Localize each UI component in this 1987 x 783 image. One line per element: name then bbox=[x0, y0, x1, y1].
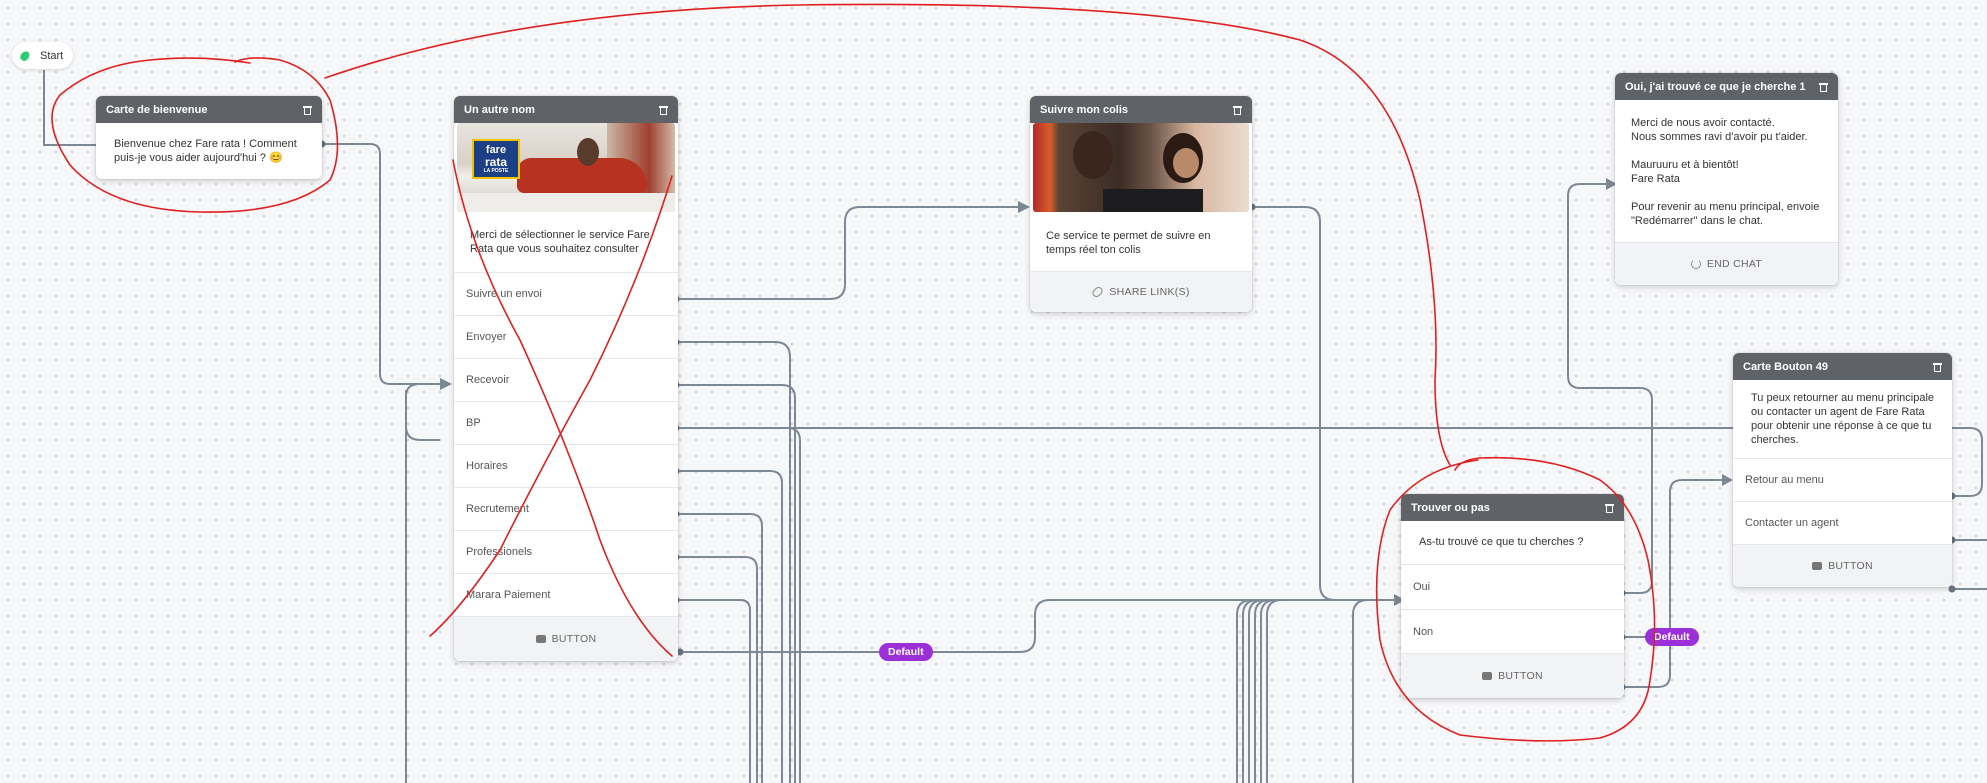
card-oui-trouve[interactable]: Oui, j'ai trouvé ce que je cherche 1 Mer… bbox=[1615, 73, 1838, 285]
button-footer[interactable]: BUTTON bbox=[1733, 544, 1952, 587]
start-node[interactable]: Start bbox=[12, 42, 74, 69]
card-message: Bienvenue chez Fare rata ! Comment puis-… bbox=[114, 138, 297, 164]
option-recevoir[interactable]: Recevoir bbox=[454, 358, 678, 401]
card-un-autre-nom[interactable]: Un autre nom fare rata LA POSTE Merci de… bbox=[454, 96, 678, 661]
card-header: Carte Bouton 49 bbox=[1733, 353, 1952, 380]
rocket-icon bbox=[18, 49, 32, 63]
button-icon bbox=[1812, 562, 1823, 570]
card-header: Un autre nom bbox=[454, 96, 678, 123]
button-footer[interactable]: BUTTON bbox=[454, 616, 678, 661]
trash-icon[interactable] bbox=[1819, 82, 1828, 92]
card-suivre-mon-colis[interactable]: Suivre mon colis Ce service te permet de… bbox=[1030, 96, 1252, 312]
start-label: Start bbox=[40, 49, 64, 62]
card-header: Oui, j'ai trouvé ce que je cherche 1 bbox=[1615, 73, 1838, 100]
wire-welcome-recevoir bbox=[322, 143, 450, 385]
card-bouton-49[interactable]: Carte Bouton 49 Tu peux retourner au men… bbox=[1733, 353, 1952, 587]
wire-start-welcome bbox=[43, 70, 96, 146]
option-recrutement[interactable]: Recrutement bbox=[454, 487, 678, 530]
default-badge[interactable]: Default bbox=[1645, 628, 1699, 646]
button-icon bbox=[535, 635, 546, 643]
card-title: Carte de bienvenue bbox=[106, 103, 208, 116]
card-header: Trouver ou pas bbox=[1401, 494, 1624, 521]
card-message: Tu peux retourner au menu principale ou … bbox=[1751, 392, 1935, 446]
link-icon bbox=[1091, 285, 1105, 299]
option-bp[interactable]: BP bbox=[454, 401, 678, 444]
card-message: Ce service te permet de suivre en temps … bbox=[1046, 230, 1211, 256]
trash-icon[interactable] bbox=[659, 105, 668, 115]
end-chat-footer[interactable]: END CHAT bbox=[1615, 242, 1838, 285]
card-message: Merci de nous avoir contacté. Nous somme… bbox=[1631, 117, 1820, 227]
default-badge[interactable]: Default bbox=[879, 643, 933, 661]
option-suivre-un-envoi[interactable]: Suivre un envoi bbox=[454, 272, 678, 315]
power-icon bbox=[1690, 259, 1701, 269]
card-title: Oui, j'ai trouvé ce que je cherche 1 bbox=[1625, 80, 1806, 93]
trash-icon[interactable] bbox=[1933, 362, 1942, 372]
option-envoyer[interactable]: Envoyer bbox=[454, 315, 678, 358]
card-title: Trouver ou pas bbox=[1411, 501, 1490, 514]
option-retour-au-menu[interactable]: Retour au menu bbox=[1733, 458, 1952, 501]
trash-icon[interactable] bbox=[1233, 105, 1242, 115]
card-message: Merci de sélectionner le service Fare Ra… bbox=[470, 229, 650, 255]
card-header: Suivre mon colis bbox=[1030, 96, 1252, 123]
card-image bbox=[1033, 123, 1249, 212]
trash-icon[interactable] bbox=[1605, 503, 1614, 513]
card-title: Suivre mon colis bbox=[1040, 103, 1129, 116]
card-header: Carte de bienvenue bbox=[96, 96, 322, 123]
option-oui[interactable]: Oui bbox=[1401, 564, 1624, 609]
card-trouver-ou-pas[interactable]: Trouver ou pas As-tu trouvé ce que tu ch… bbox=[1401, 494, 1624, 698]
trash-icon[interactable] bbox=[303, 105, 312, 115]
fare-rata-logo: fare rata LA POSTE bbox=[472, 139, 520, 179]
option-non[interactable]: Non bbox=[1401, 609, 1624, 653]
option-horaires[interactable]: Horaires bbox=[454, 444, 678, 487]
option-professionels[interactable]: Professionels bbox=[454, 530, 678, 573]
button-footer[interactable]: BUTTON bbox=[1401, 653, 1624, 698]
card-message: As-tu trouvé ce que tu cherches ? bbox=[1419, 536, 1584, 548]
card-image: fare rata LA POSTE bbox=[457, 123, 675, 212]
option-marara-paiement[interactable]: Marara Paiement bbox=[454, 573, 678, 616]
share-links-footer[interactable]: SHARE LINK(S) bbox=[1030, 271, 1252, 312]
button-icon bbox=[1482, 672, 1493, 680]
card-title: Carte Bouton 49 bbox=[1743, 360, 1828, 373]
card-title: Un autre nom bbox=[464, 103, 535, 116]
option-contacter-un-agent[interactable]: Contacter un agent bbox=[1733, 501, 1952, 544]
card-bienvenue[interactable]: Carte de bienvenue Bienvenue chez Fare r… bbox=[96, 96, 322, 179]
